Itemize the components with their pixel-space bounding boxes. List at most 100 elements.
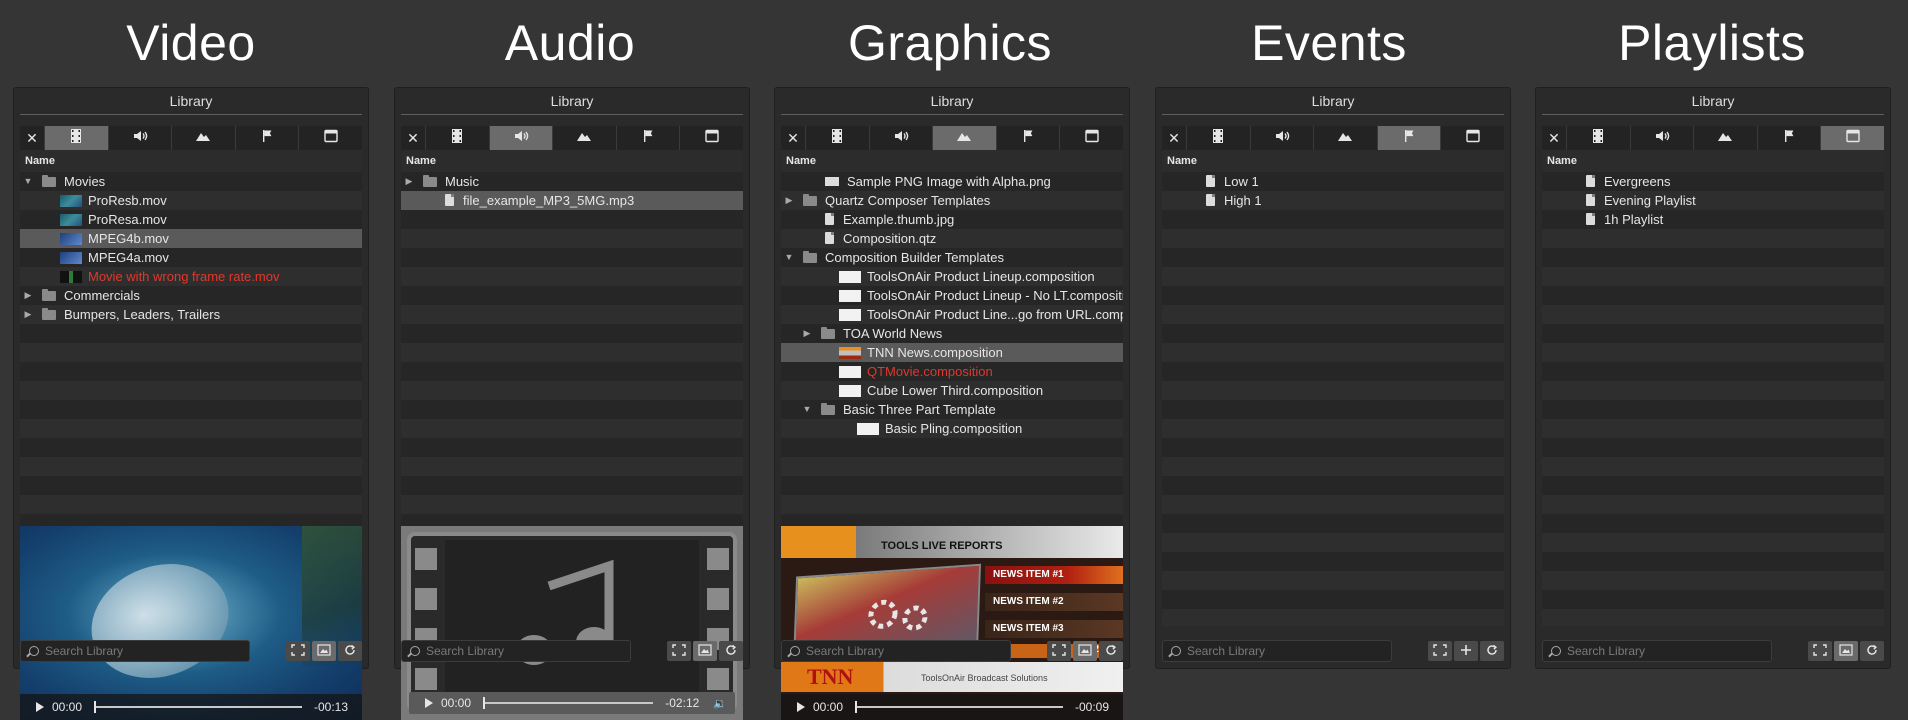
close-button[interactable]: ✕: [1542, 126, 1566, 150]
close-button[interactable]: ✕: [401, 126, 425, 150]
name-column-header[interactable]: Name: [401, 150, 743, 172]
expand-button[interactable]: [1047, 641, 1071, 661]
disclosure-closed-icon[interactable]: ▶: [22, 305, 34, 324]
file-row[interactable]: MPEG4a.mov: [20, 248, 362, 267]
disclosure-closed-icon[interactable]: ▶: [783, 191, 795, 210]
scrubber[interactable]: [94, 701, 302, 713]
close-button[interactable]: ✕: [20, 126, 44, 150]
folder-row[interactable]: ▶ Music: [401, 172, 743, 191]
tab-video[interactable]: [425, 126, 489, 150]
expand-button[interactable]: [1428, 641, 1452, 661]
tab-graphics[interactable]: [171, 126, 235, 150]
tab-playlists[interactable]: [1059, 126, 1123, 150]
disclosure-open-icon[interactable]: ▼: [783, 248, 795, 267]
search-field[interactable]: Search Library: [781, 640, 1011, 662]
file-row[interactable]: Low 1: [1162, 172, 1504, 191]
tab-graphics[interactable]: [552, 126, 616, 150]
file-row[interactable]: QTMovie.composition: [781, 362, 1123, 381]
file-row[interactable]: ProResb.mov: [20, 191, 362, 210]
file-row[interactable]: TNN News.composition: [781, 343, 1123, 362]
expand-button[interactable]: [667, 641, 691, 661]
search-field[interactable]: Search Library: [1542, 640, 1772, 662]
file-row[interactable]: Evening Playlist: [1542, 191, 1884, 210]
name-column-header[interactable]: Name: [1542, 150, 1884, 172]
play-button[interactable]: [797, 702, 805, 712]
image-button[interactable]: [1834, 641, 1858, 661]
folder-row[interactable]: ▶ Quartz Composer Templates: [781, 191, 1123, 210]
image-button[interactable]: [693, 641, 717, 661]
tab-audio[interactable]: [1249, 126, 1314, 150]
tab-video[interactable]: [44, 126, 108, 150]
file-row[interactable]: Movie with wrong frame rate.mov: [20, 267, 362, 286]
name-column-header[interactable]: Name: [781, 150, 1123, 172]
refresh-button[interactable]: [338, 641, 362, 661]
file-row[interactable]: ToolsOnAir Product Lineup.composition: [781, 267, 1123, 286]
play-button[interactable]: [36, 702, 44, 712]
tab-video[interactable]: [1186, 126, 1250, 150]
refresh-button[interactable]: [1099, 641, 1123, 661]
tab-graphics[interactable]: [1313, 126, 1377, 150]
add-button[interactable]: [1454, 641, 1478, 661]
file-row[interactable]: ToolsOnAir Product Lineup - No LT.compos…: [781, 286, 1123, 305]
close-button[interactable]: ✕: [1162, 126, 1186, 150]
folder-row[interactable]: ▼ Composition Builder Templates: [781, 248, 1123, 267]
folder-row[interactable]: ▼ Basic Three Part Template: [781, 400, 1123, 419]
tab-video[interactable]: [805, 126, 869, 150]
tab-events[interactable]: [234, 126, 299, 150]
expand-button[interactable]: [286, 641, 310, 661]
name-column-header[interactable]: Name: [20, 150, 362, 172]
tab-events[interactable]: [1376, 126, 1441, 150]
folder-row[interactable]: ▶ Bumpers, Leaders, Trailers: [20, 305, 362, 324]
expand-button[interactable]: [1808, 641, 1832, 661]
disclosure-closed-icon[interactable]: ▶: [801, 324, 813, 343]
tab-audio[interactable]: [868, 126, 933, 150]
file-row[interactable]: ToolsOnAir Product Line...go from URL.co…: [781, 305, 1123, 324]
file-row[interactable]: Composition.qtz: [781, 229, 1123, 248]
play-button[interactable]: [425, 698, 433, 708]
tab-video[interactable]: [1566, 126, 1630, 150]
tab-audio[interactable]: [1629, 126, 1694, 150]
tab-playlists[interactable]: [1440, 126, 1504, 150]
file-row[interactable]: Basic Pling.composition: [781, 419, 1123, 438]
disclosure-closed-icon[interactable]: ▶: [403, 172, 415, 191]
disclosure-closed-icon[interactable]: ▶: [22, 286, 34, 305]
file-row[interactable]: Example.thumb.jpg: [781, 210, 1123, 229]
folder-row[interactable]: ▶ TOA World News: [781, 324, 1123, 343]
file-row[interactable]: file_example_MP3_5MG.mp3: [401, 191, 743, 210]
tab-playlists[interactable]: [1820, 126, 1884, 150]
refresh-button[interactable]: [719, 641, 743, 661]
image-button[interactable]: [312, 641, 336, 661]
folder-row[interactable]: ▼ Movies: [20, 172, 362, 191]
folder-row[interactable]: ▶ Commercials: [20, 286, 362, 305]
disclosure-open-icon[interactable]: ▼: [801, 400, 813, 419]
tab-graphics[interactable]: [932, 126, 996, 150]
tab-playlists[interactable]: [298, 126, 362, 150]
name-column-header[interactable]: Name: [1162, 150, 1504, 172]
search-field[interactable]: Search Library: [1162, 640, 1392, 662]
scrubber[interactable]: [855, 701, 1063, 713]
file-row[interactable]: 1h Playlist: [1542, 210, 1884, 229]
tab-events[interactable]: [615, 126, 680, 150]
search-icon: [29, 646, 39, 656]
tab-audio[interactable]: [107, 126, 172, 150]
tab-events[interactable]: [1756, 126, 1821, 150]
tab-graphics[interactable]: [1693, 126, 1757, 150]
file-row[interactable]: Cube Lower Third.composition: [781, 381, 1123, 400]
tab-playlists[interactable]: [679, 126, 743, 150]
tab-events[interactable]: [995, 126, 1060, 150]
close-button[interactable]: ✕: [781, 126, 805, 150]
file-row[interactable]: MPEG4b.mov: [20, 229, 362, 248]
refresh-button[interactable]: [1860, 641, 1884, 661]
search-field[interactable]: Search Library: [401, 640, 631, 662]
file-row[interactable]: Evergreens: [1542, 172, 1884, 191]
file-row[interactable]: Sample PNG Image with Alpha.png: [781, 172, 1123, 191]
scrubber[interactable]: [483, 697, 654, 709]
disclosure-open-icon[interactable]: ▼: [22, 172, 34, 191]
file-row[interactable]: High 1: [1162, 191, 1504, 210]
volume-icon[interactable]: 🔉: [713, 697, 727, 710]
image-button[interactable]: [1073, 641, 1097, 661]
refresh-button[interactable]: [1480, 641, 1504, 661]
tab-audio[interactable]: [488, 126, 553, 150]
file-row[interactable]: ProResa.mov: [20, 210, 362, 229]
search-field[interactable]: Search Library: [20, 640, 250, 662]
